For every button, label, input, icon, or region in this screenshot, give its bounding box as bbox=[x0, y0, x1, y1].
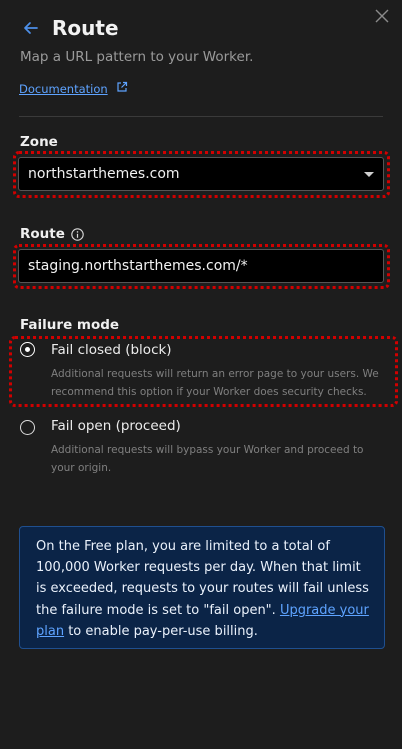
documentation-link-label: Documentation bbox=[19, 81, 108, 96]
fail-open-description: Additional requests will bypass your Wor… bbox=[51, 444, 364, 474]
info-icon[interactable] bbox=[71, 227, 84, 241]
arrow-left-icon[interactable] bbox=[20, 17, 42, 39]
failure-mode-label: Failure mode bbox=[20, 317, 120, 333]
zone-highlight bbox=[13, 151, 390, 198]
route-label-row: Route bbox=[20, 226, 84, 242]
fail-closed-highlight bbox=[9, 336, 398, 407]
page-title: Route bbox=[52, 16, 119, 40]
route-panel: Route Map a URL pattern to your Worker. … bbox=[0, 0, 402, 749]
fail-open-radio[interactable] bbox=[20, 420, 35, 435]
zone-label: Zone bbox=[20, 134, 58, 150]
close-icon[interactable] bbox=[374, 8, 390, 24]
free-plan-notice: On the Free plan, you are limited to a t… bbox=[19, 526, 385, 649]
route-highlight bbox=[13, 244, 390, 289]
divider bbox=[19, 116, 383, 117]
page-subtitle: Map a URL pattern to your Worker. bbox=[20, 49, 254, 65]
notice-text-after: to enable pay-per-use billing. bbox=[64, 623, 258, 639]
route-label: Route bbox=[20, 226, 65, 242]
panel-header: Route bbox=[20, 16, 119, 40]
external-link-icon bbox=[116, 81, 128, 96]
fail-open-label[interactable]: Fail open (proceed) bbox=[51, 418, 181, 434]
documentation-link[interactable]: Documentation bbox=[19, 81, 128, 96]
